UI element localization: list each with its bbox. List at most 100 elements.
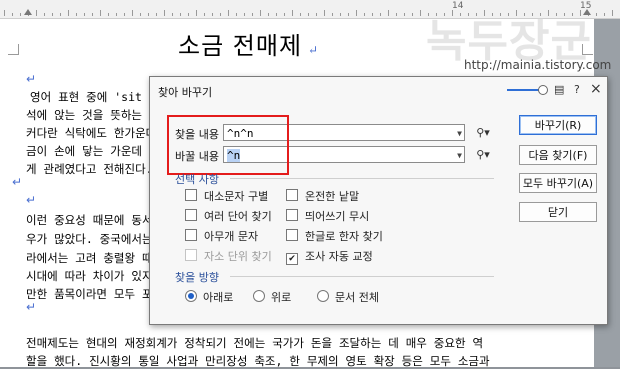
ruler-tick — [84, 13, 85, 16]
indent-marker[interactable] — [24, 9, 32, 15]
text-line[interactable]: 우가 많았다. 중국에서는 — [26, 231, 153, 247]
replace-button[interactable]: 바꾸기(R) — [519, 115, 597, 135]
ruler-tick — [396, 13, 397, 16]
text-line[interactable]: 라에서는 고려 충렬왕 때 — [26, 250, 153, 266]
radio-dot[interactable] — [317, 290, 329, 302]
ruler-tick — [340, 13, 341, 16]
option-jaso-search: 자소 단위 찾기 — [185, 248, 272, 264]
paragraph-mark: ↵ — [26, 193, 37, 207]
checkbox-checked[interactable]: ✔ — [286, 253, 298, 265]
option-label: 여러 단어 찾기 — [204, 210, 272, 223]
ruler-tick — [20, 13, 21, 16]
direction-group-divider — [230, 276, 494, 277]
ruler-tick — [68, 10, 69, 16]
ruler-tick — [212, 13, 213, 16]
ruler-tick — [12, 13, 13, 16]
find-replace-dialog: 찾아 바꾸기 ▤ ? × 찾을 내용 ^n^n ▼ ⚲▾ 바꿀 내용 ^n ▼ … — [149, 76, 608, 325]
option-label: 조사 자동 교정 — [305, 250, 373, 263]
ruler-tick — [604, 13, 605, 16]
option-label: 한글로 한자 찾기 — [305, 230, 383, 243]
message-icon[interactable]: ▤ — [554, 83, 564, 96]
direction-all-radio[interactable]: 문서 전체 — [317, 289, 379, 305]
option-label: 띄어쓰기 무시 — [305, 210, 370, 223]
text-line[interactable]: 금이 손에 닿는 가운데 — [26, 143, 142, 159]
ruler-tick — [76, 13, 77, 16]
paragraph-mark: ↵ — [12, 175, 23, 189]
ruler-tick — [148, 13, 149, 16]
text-line[interactable]: 이런 중요성 때문에 동서 — [26, 212, 153, 228]
option-auto-particle[interactable]: ✔ 조사 자동 교정 — [286, 248, 373, 265]
text-line[interactable]: 시대에 따라 차이가 있지 — [26, 268, 153, 284]
option-wildcard[interactable]: 아무개 문자 — [185, 228, 258, 244]
text-line[interactable]: 게 관례였다고 전해진다. — [26, 161, 153, 177]
option-label: 온전한 낱말 — [305, 190, 360, 203]
ruler-tick — [252, 13, 253, 16]
ruler-tick — [236, 13, 237, 16]
text-line[interactable]: 석에 앉는 것을 뜻하는 표 — [26, 107, 160, 123]
text-line[interactable]: 전매제도는 현대의 재정회계가 정착되기 전에는 국가가 돈을 조달하는 데 매… — [26, 335, 483, 351]
ruler-tick — [420, 10, 421, 16]
checkbox[interactable] — [185, 229, 197, 241]
close-button[interactable]: 닫기 — [519, 202, 597, 222]
checkbox[interactable] — [185, 189, 197, 201]
ruler-tick — [332, 13, 333, 16]
radio-dot[interactable] — [185, 290, 197, 302]
ruler-tick — [132, 10, 133, 16]
document-title[interactable]: 소금 전매제 ↵ — [178, 26, 319, 61]
binoculars-icon[interactable]: ⚲▾ — [472, 124, 494, 141]
direction-up-radio[interactable]: 위로 — [253, 289, 291, 305]
ruler-tick — [268, 13, 269, 16]
direction-down-radio[interactable]: 아래로 — [185, 289, 233, 305]
text-line[interactable]: 만한 품목이라면 모두 포 — [26, 286, 153, 302]
opacity-slider-handle[interactable] — [538, 85, 548, 95]
ruler-tick — [124, 13, 125, 16]
paragraph-mark: ↵ — [26, 72, 37, 86]
ruler-tick — [292, 10, 293, 16]
ruler-tick — [308, 13, 309, 16]
ruler-tick — [172, 13, 173, 16]
ruler-tick — [180, 13, 181, 16]
direction-group-label: 찾을 방향 — [175, 271, 219, 284]
ruler-tick — [116, 13, 117, 16]
option-hangul-hanja[interactable]: 한글로 한자 찾기 — [286, 228, 383, 244]
checkbox[interactable] — [286, 189, 298, 201]
ruler-tick — [100, 10, 101, 16]
help-icon[interactable]: ? — [574, 83, 580, 96]
watermark-url: http://mainia.tistory.com — [464, 58, 612, 72]
dropdown-arrow-icon[interactable]: ▼ — [457, 125, 462, 142]
replace-all-button[interactable]: 모두 바꾸기(A) — [519, 173, 597, 193]
checkbox[interactable] — [286, 229, 298, 241]
option-label: 대소문자 구별 — [204, 190, 269, 203]
checkbox — [185, 249, 197, 261]
ruler-tick — [164, 10, 165, 16]
crop-mark — [8, 44, 19, 55]
ruler-tick — [244, 13, 245, 16]
close-icon[interactable]: × — [590, 81, 602, 97]
ruler-tick — [404, 13, 405, 16]
checkbox[interactable] — [286, 209, 298, 221]
option-match-case[interactable]: 대소문자 구별 — [185, 188, 268, 204]
ruler-tick — [596, 13, 597, 16]
option-label: 아무개 문자 — [204, 230, 259, 243]
ruler-tick — [364, 13, 365, 16]
ruler-tick — [412, 13, 413, 16]
text-line[interactable]: 영어 표현 중에 'sit ab — [30, 89, 163, 105]
ruler-tick — [60, 13, 61, 16]
option-ignore-spacing[interactable]: 띄어쓰기 무시 — [286, 208, 369, 224]
dropdown-arrow-icon[interactable]: ▼ — [457, 147, 462, 164]
paragraph-mark: ↵ — [26, 300, 37, 314]
ruler-tick — [316, 13, 317, 16]
binoculars-icon[interactable]: ⚲▾ — [472, 146, 494, 163]
ruler-tick — [260, 10, 261, 16]
ruler-tick — [348, 13, 349, 16]
radio-dot[interactable] — [253, 290, 265, 302]
ruler-tick — [108, 13, 109, 16]
ruler-tick — [284, 13, 285, 16]
checkbox[interactable] — [185, 209, 197, 221]
text-line[interactable]: 커다란 식탁에도 한가운데 — [26, 125, 156, 141]
ruler-tick — [388, 10, 389, 16]
find-next-button[interactable]: 다음 찾기(F) — [519, 145, 597, 165]
option-multi-word[interactable]: 여러 단어 찾기 — [185, 208, 272, 224]
ruler-tick — [156, 13, 157, 16]
option-whole-word[interactable]: 온전한 낱말 — [286, 188, 359, 204]
